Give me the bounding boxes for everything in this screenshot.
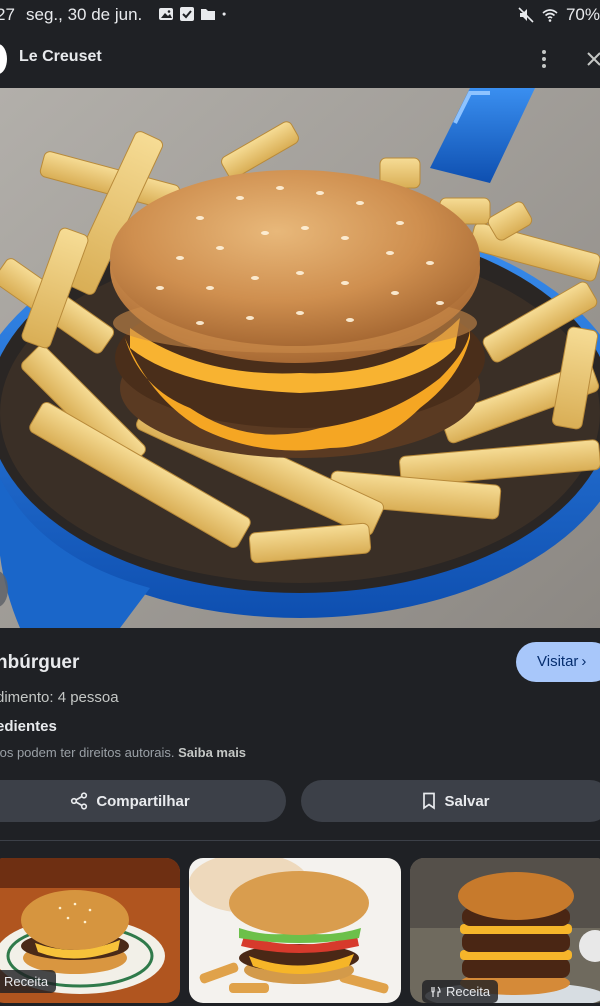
save-button[interactable]: Salvar xyxy=(301,780,600,822)
share-icon xyxy=(71,792,88,810)
viewer-header: Le Creuset xyxy=(0,30,600,88)
burger-thumbnail xyxy=(189,858,401,1003)
fork-knife-icon xyxy=(431,986,441,997)
save-label: Salvar xyxy=(444,792,490,810)
bookmark-icon xyxy=(423,792,436,810)
more-vert-icon[interactable] xyxy=(533,44,555,74)
related-card-2[interactable] xyxy=(189,858,401,1003)
copyright-text: tos podem ter direitos autorais. xyxy=(0,745,175,760)
share-label: Compartilhar xyxy=(96,792,190,810)
recipe-badge: Receita xyxy=(422,980,499,1003)
image-icon xyxy=(159,8,173,20)
site-name[interactable]: Le Creuset xyxy=(19,48,102,66)
mute-icon xyxy=(518,7,534,23)
folder-icon xyxy=(201,9,215,20)
battery-level: 70% xyxy=(565,5,600,24)
copyright-notice: tos podem ter direitos autorais. Saiba m… xyxy=(0,745,246,760)
hero-image[interactable] xyxy=(0,88,600,628)
status-bar: 27 seg., 30 de jun. 70% xyxy=(0,0,600,30)
status-date: seg., 30 de jun. xyxy=(26,5,143,24)
learn-more-link[interactable]: Saiba mais xyxy=(178,745,246,760)
related-card-3[interactable]: Receita xyxy=(410,858,600,1003)
visit-button[interactable]: Visitar › xyxy=(516,642,600,682)
notification-icons xyxy=(158,6,231,22)
checkbox-icon xyxy=(180,7,194,21)
burger-pan-illustration xyxy=(0,88,600,628)
status-time: 27 xyxy=(0,5,15,24)
chevron-right-icon: › xyxy=(581,653,587,670)
wifi-icon xyxy=(542,9,558,22)
related-card-1[interactable]: Receita xyxy=(0,858,180,1003)
ingredients-heading[interactable]: edientes xyxy=(0,718,57,735)
recipe-yield: dimento: 4 pessoa xyxy=(0,689,119,706)
related-images: Receita Receita xyxy=(0,841,600,1006)
visit-label: Visitar xyxy=(537,653,579,670)
recipe-title: nbúrguer xyxy=(0,652,80,673)
recipe-badge: Receita xyxy=(0,970,57,993)
site-favicon xyxy=(0,44,7,74)
share-button[interactable]: Compartilhar xyxy=(0,780,286,822)
close-icon[interactable] xyxy=(584,44,600,74)
result-details: nbúrguer Visitar › dimento: 4 pessoa edie… xyxy=(0,628,600,840)
dot-icon xyxy=(222,12,226,16)
